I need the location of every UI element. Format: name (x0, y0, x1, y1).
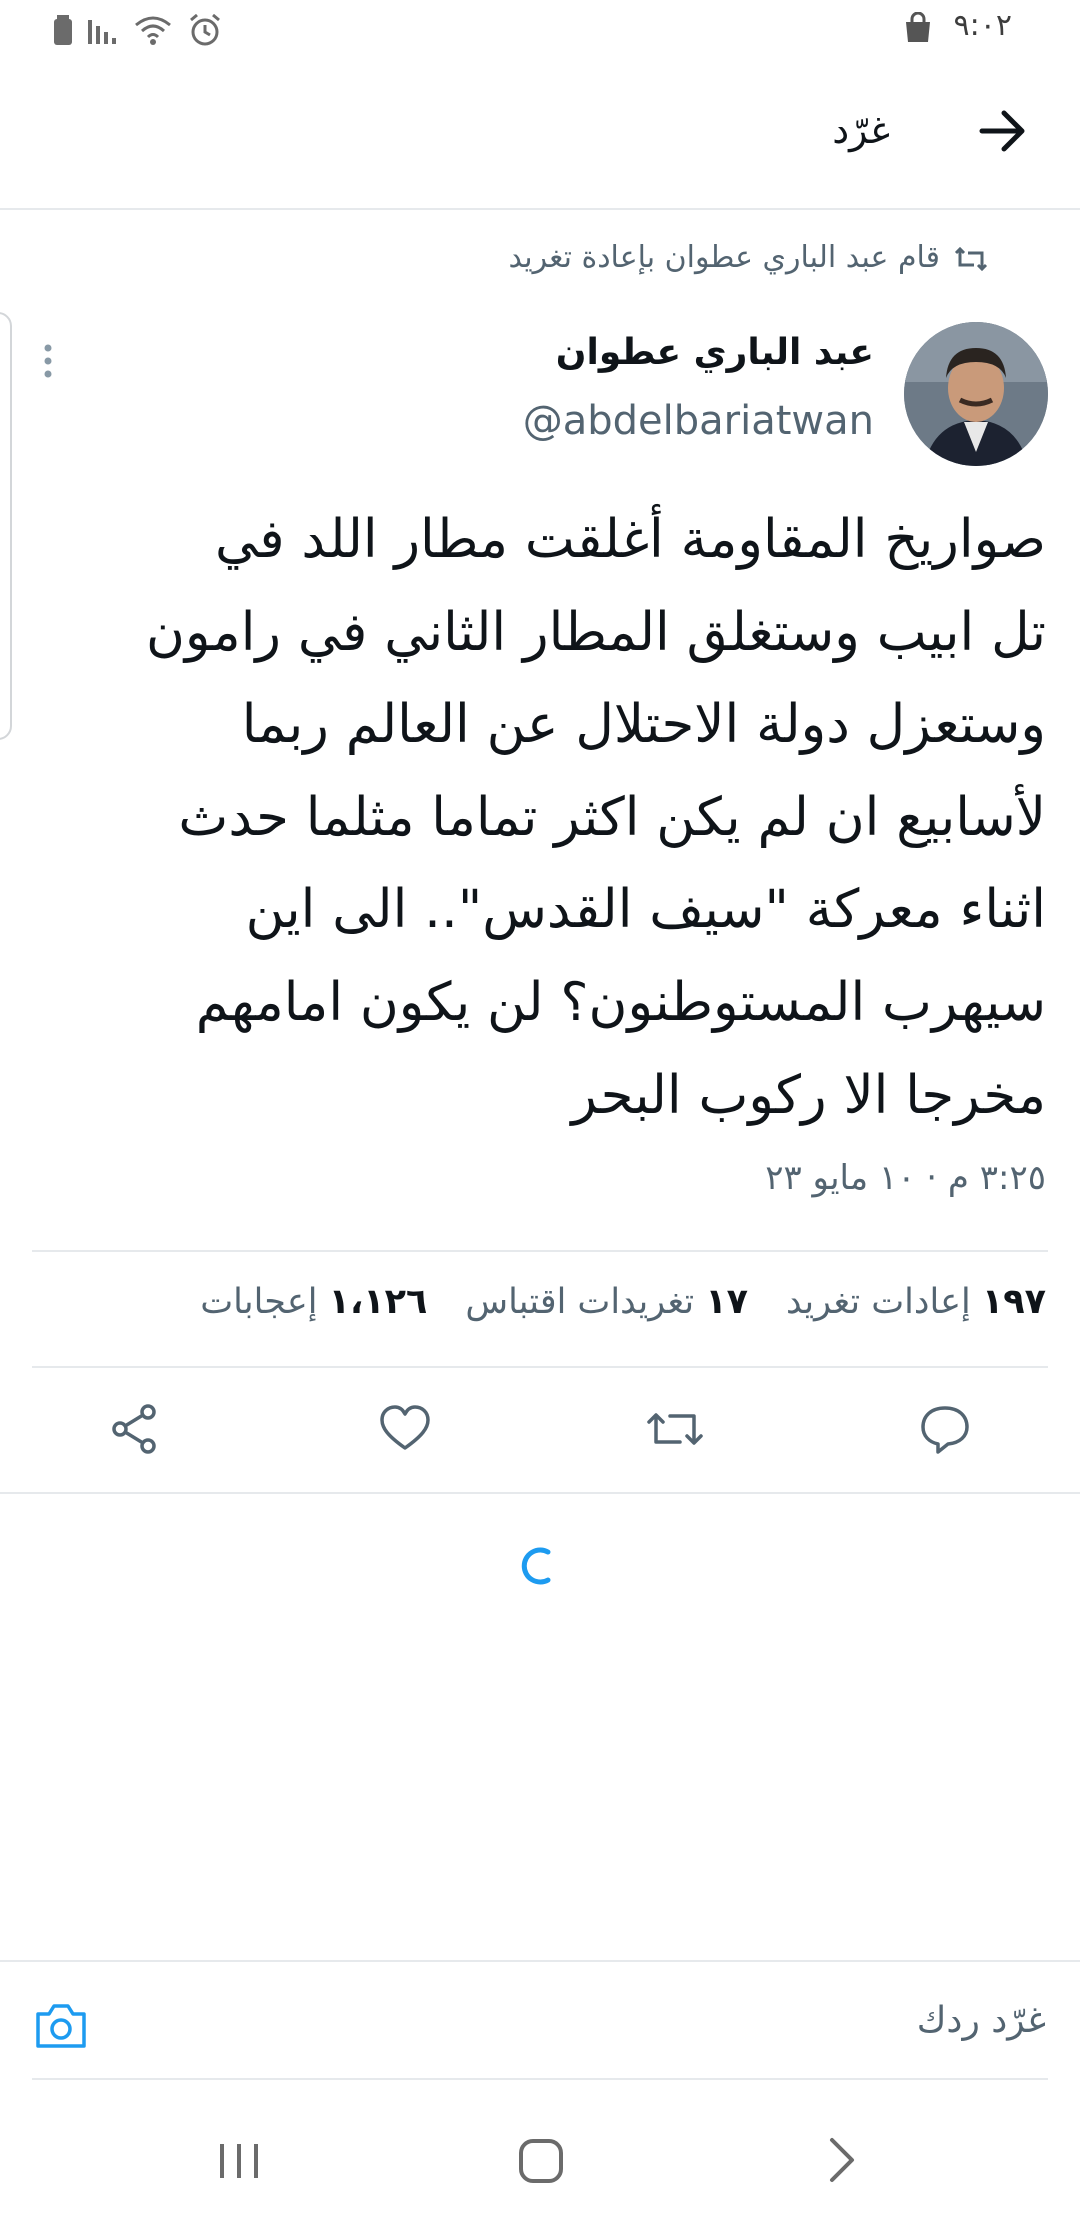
tweet-line: لأسابيع ان لم يكن اكثر تماما مثلما حدث (178, 786, 1046, 848)
retweets-stat[interactable]: ١٩٧ إعادات تغريد (786, 1282, 1046, 1322)
reply-icon[interactable] (918, 1402, 972, 1456)
wifi-icon (134, 15, 172, 45)
camera-icon[interactable] (34, 2000, 88, 2052)
status-icons-left (54, 14, 222, 46)
likes-stat[interactable]: ١،١٢٦ إعجابات (200, 1282, 427, 1322)
share-icon[interactable] (108, 1402, 162, 1456)
nav-back-icon[interactable] (826, 2136, 856, 2184)
tweet-timestamp: ٣:٢٥ م · ١٠ مايو ٢٣ (765, 1158, 1046, 1198)
retweet-context[interactable]: قام عبد الباري عطوان بإعادة تغريد (508, 240, 940, 275)
author-name[interactable]: عبد الباري عطوان (556, 332, 874, 373)
divider (32, 1250, 1048, 1252)
tweet-line: وستعزل دولة الاحتلال عن العالم ربما (241, 694, 1046, 756)
tweet-line: مخرجا الا ركوب البحر (571, 1064, 1046, 1126)
recent-apps-icon[interactable] (218, 2142, 260, 2180)
back-arrow-icon[interactable] (978, 106, 1028, 156)
retweets-label: إعادات تغريد (786, 1282, 971, 1322)
composer-divider (0, 1960, 1080, 1962)
alarm-icon (188, 14, 222, 46)
tweet-line: تل ابيب وستغلق المطار الثاني في رامون (146, 601, 1046, 663)
home-icon[interactable] (518, 2138, 564, 2184)
tweet-line: صواريخ المقاومة أغلقت مطار اللد في (215, 509, 1046, 570)
loading-spinner-icon (518, 1544, 562, 1588)
retweet-context-icon (954, 245, 988, 273)
tweet-text: صواريخ المقاومة أغلقت مطار اللد في تل اب… (100, 494, 1046, 1142)
like-icon[interactable] (378, 1402, 432, 1456)
quotes-count: ١٧ (705, 1282, 749, 1322)
retweet-icon[interactable] (646, 1402, 704, 1456)
composer-underline (32, 2078, 1048, 2080)
author-handle[interactable]: @abdelbariatwan (523, 398, 874, 444)
page-title: غرّد (832, 108, 890, 152)
side-card-edge (0, 312, 12, 740)
status-time: ٩:٠٢ (953, 8, 1012, 43)
signal-icon (88, 16, 118, 44)
likes-count: ١،١٢٦ (328, 1282, 428, 1322)
avatar[interactable] (904, 322, 1048, 466)
tweet-stats: ١٩٧ إعادات تغريد ١٧ تغريدات اقتباس ١،١٢٦… (200, 1282, 1046, 1322)
retweets-count: ١٩٧ (981, 1282, 1046, 1322)
battery-icon (54, 15, 72, 45)
header-divider (0, 208, 1080, 210)
divider (32, 1366, 1048, 1368)
tweet-line: اثناء معركة "سيف القدس".. الى اين (245, 879, 1046, 941)
avatar-image (904, 322, 1048, 466)
tweet-line: سيهرب المستوطنون؟ لن يكون امامهم (195, 971, 1046, 1033)
likes-label: إعجابات (200, 1282, 318, 1322)
shopping-bag-icon (902, 12, 934, 44)
quotes-label: تغريدات اقتباس (465, 1282, 695, 1322)
more-icon[interactable] (44, 344, 52, 378)
quotes-stat[interactable]: ١٧ تغريدات اقتباس (465, 1282, 748, 1322)
actions-divider (0, 1492, 1080, 1494)
reply-input[interactable]: غرّد ردك (917, 2000, 1046, 2041)
